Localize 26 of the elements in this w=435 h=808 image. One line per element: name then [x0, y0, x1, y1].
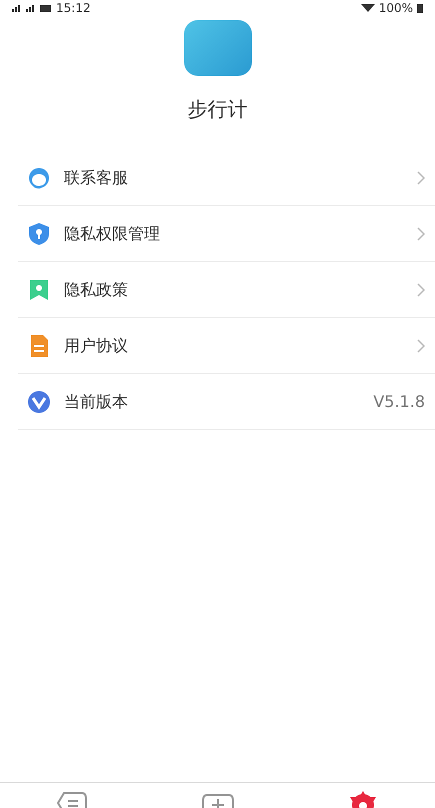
menu-label: 联系客服: [64, 166, 128, 188]
chevron-right-icon: [417, 226, 425, 240]
chevron-right-icon: [417, 170, 425, 184]
app-logo-picture: [184, 20, 252, 76]
app-name: 步行计: [186, 96, 248, 123]
shield-icon: [26, 220, 52, 246]
battery-level: 100%: [378, 0, 413, 16]
nav-tab[interactable]: [200, 791, 234, 808]
menu-label: 用户协议: [64, 334, 128, 356]
battery-icon: [417, 4, 423, 12]
menu-label: 当前版本: [64, 390, 128, 412]
menu-row[interactable]: 隐私权限管理: [18, 206, 435, 262]
chevron-right-icon: [417, 282, 425, 296]
menu-row[interactable]: 隐私政策: [18, 262, 435, 318]
wifi-icon: [360, 4, 375, 12]
menu-row[interactable]: 联系客服: [18, 150, 435, 206]
chevron-right-icon: [417, 338, 425, 352]
nav-tab[interactable]: [56, 791, 90, 808]
signal-icon: [12, 4, 52, 12]
version-number: V5.1.8: [373, 390, 425, 412]
menu-label: 隐私权限管理: [64, 222, 160, 244]
v-logo-icon: [26, 388, 52, 414]
menu-label: 隐私政策: [64, 278, 128, 300]
menu-row[interactable]: 当前版本 V5.1.8: [18, 374, 435, 430]
menu-row[interactable]: 用户协议: [18, 318, 435, 374]
status-time: 15:12: [56, 0, 91, 16]
